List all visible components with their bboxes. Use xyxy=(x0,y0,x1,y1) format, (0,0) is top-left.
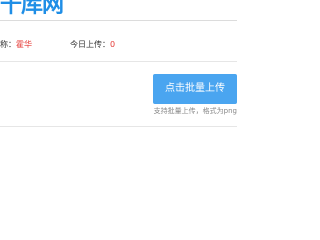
user-name-value: 霍华 xyxy=(16,40,32,49)
site-logo[interactable]: 千库网 xyxy=(0,0,64,18)
user-name-label: 称： xyxy=(0,40,16,49)
upload-format-hint: 支持批量上传，格式为png xyxy=(153,107,237,115)
upload-page: 千库网 称：霍华 今日上传：0 点击批量上传 支持批量上传，格式为png xyxy=(0,0,240,240)
upload-divider xyxy=(0,126,237,127)
user-name: 称：霍华 xyxy=(0,39,32,51)
today-upload: 今日上传：0 xyxy=(70,39,115,51)
today-upload-count: 0 xyxy=(110,40,116,49)
batch-upload-button[interactable]: 点击批量上传 xyxy=(153,74,237,104)
header-divider xyxy=(0,20,237,21)
info-divider xyxy=(0,61,237,62)
today-upload-label: 今日上传： xyxy=(70,40,110,49)
